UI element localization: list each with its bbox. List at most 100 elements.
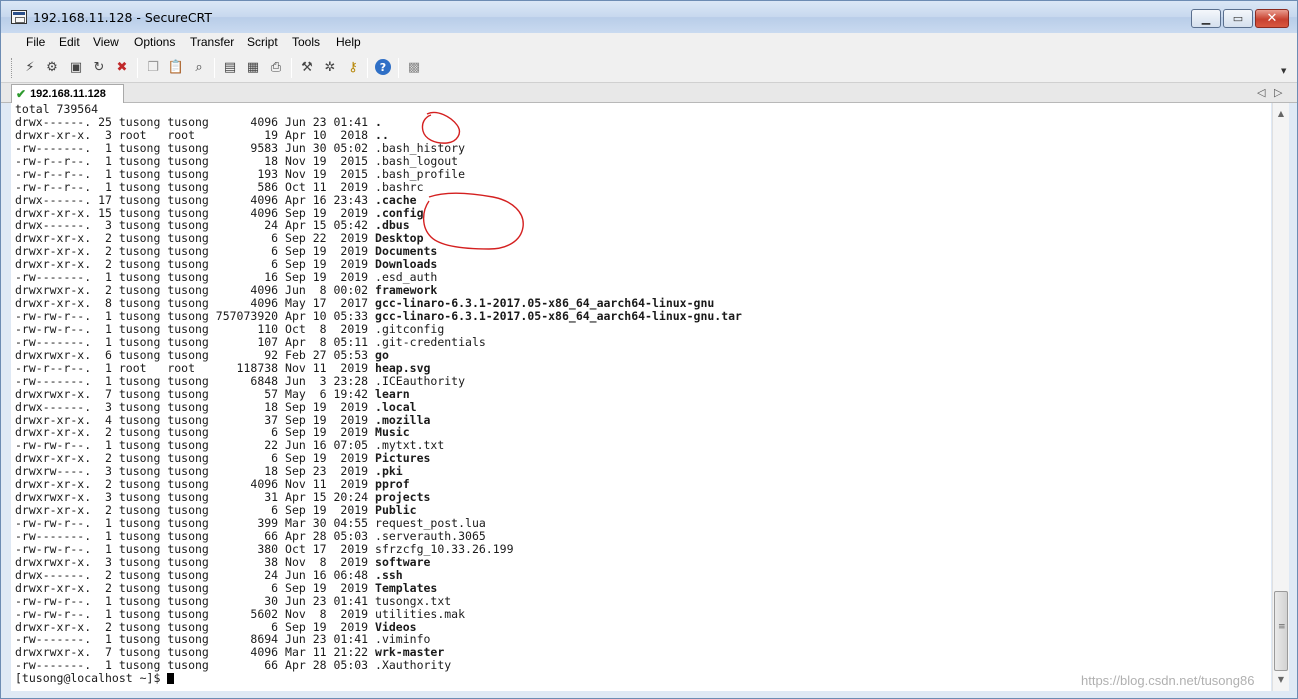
- session-options-icon[interactable]: ⚒: [298, 58, 316, 76]
- terminal-line-text: -rw-------. 1 tusong tusong 16 Sep 19 20…: [15, 270, 438, 285]
- window-title: 192.168.11.128 - SecureCRT: [33, 10, 212, 25]
- terminal-line-text: -rw-------. 1 tusong tusong 9583 Jun 30 …: [15, 140, 466, 155]
- terminal-line-text: -rw-r--r--. 1 tusong tusong 586 Oct 11 2…: [15, 179, 424, 194]
- terminal-line-text: drwx------. 25 tusong tusong 4096 Jun 23…: [15, 114, 376, 129]
- toolbar-separator: [398, 58, 399, 78]
- terminal-line-text: -rw-rw-r--. 1 tusong tusong 22 Jun 16 07…: [15, 438, 445, 453]
- terminal-line-filename: gcc-linaro-6.3.1-2017.05-x86_64_aarch64-…: [375, 296, 715, 311]
- menu-transfer[interactable]: Transfer: [190, 35, 234, 49]
- terminal-line-text: -rw-------. 1 tusong tusong 8694 Jun 23 …: [15, 632, 431, 647]
- terminal-line-text: -rw-r--r--. 1 tusong tusong 193 Nov 19 2…: [15, 166, 466, 181]
- connect-in-tab-icon[interactable]: ▣: [67, 58, 85, 76]
- terminal-line-filename: Videos: [375, 619, 417, 634]
- disconnect-icon[interactable]: ✖: [113, 58, 131, 76]
- menu-tools[interactable]: Tools: [292, 35, 320, 49]
- terminal-line-filename: gcc-linaro-6.3.1-2017.05-x86_64_aarch64-…: [375, 309, 742, 323]
- terminal-cursor: [167, 673, 175, 685]
- terminal-line-text: drwxrwxr-x. 6 tusong tusong 92 Feb 27 05…: [15, 347, 376, 362]
- menu-file[interactable]: File: [26, 35, 45, 49]
- print-icon[interactable]: ⎙: [267, 58, 285, 76]
- terminal-line-text: -rw-------. 1 tusong tusong 6848 Jun 3 2…: [15, 373, 466, 388]
- terminal-line-text: drwxr-xr-x. 2 tusong tusong 6 Sep 19 201…: [15, 257, 376, 272]
- menu-view[interactable]: View: [93, 35, 119, 49]
- paste-icon[interactable]: 📋: [167, 58, 185, 76]
- terminal-line-filename: software: [375, 554, 431, 569]
- session-tab[interactable]: ✔ 192.168.11.128: [11, 84, 124, 103]
- help-icon[interactable]: ?: [375, 59, 391, 75]
- menu-options[interactable]: Options: [134, 35, 175, 49]
- quick-connect-icon[interactable]: ⚙: [43, 58, 61, 76]
- terminal-line-filename: wrk-master: [375, 645, 445, 660]
- reconnect-icon[interactable]: ↻: [90, 58, 108, 76]
- toolbar-separator: [291, 58, 292, 78]
- connect-icon[interactable]: ⚡: [21, 58, 39, 76]
- shell-prompt-line[interactable]: [tusong@localhost ~]$: [15, 672, 742, 685]
- menu-edit[interactable]: Edit: [59, 35, 80, 49]
- scroll-thumb[interactable]: [1274, 591, 1288, 671]
- toolbar-separator: [137, 58, 138, 78]
- tab-scroll-right-icon[interactable]: ▷: [1274, 86, 1282, 99]
- session-tab-label: 192.168.11.128: [30, 88, 106, 100]
- terminal-line-text: drwxrwxr-x. 7 tusong tusong 4096 Mar 11 …: [15, 645, 376, 660]
- terminal-line-text: -rw-rw-r--. 1 tusong tusong 757073920 Ap…: [15, 309, 376, 323]
- securecrt-window: 192.168.11.128 - SecureCRT ▁ ▭ ✕ File Ed…: [0, 0, 1298, 699]
- terminal-line-filename: Templates: [375, 580, 438, 595]
- terminal-line-text: drwxr-xr-x. 2 tusong tusong 6 Sep 19 201…: [15, 451, 376, 466]
- find-icon[interactable]: ⌕: [190, 58, 208, 76]
- key-icon[interactable]: ⚷: [344, 58, 362, 76]
- terminal-line-filename: projects: [375, 490, 431, 505]
- terminal-line-text: -rw-------. 1 tusong tusong 107 Apr 8 05…: [15, 334, 486, 349]
- terminal-line-text: drwxrwxr-x. 7 tusong tusong 57 May 6 19:…: [15, 386, 376, 401]
- terminal-line-filename: Documents: [375, 244, 438, 259]
- watermark: https://blog.csdn.net/tusong86: [1081, 673, 1255, 688]
- terminal-line-text: drwx------. 2 tusong tusong 24 Jun 16 06…: [15, 567, 376, 582]
- menu-help[interactable]: Help: [336, 35, 361, 49]
- menu-bar: File Edit View Options Transfer Script T…: [1, 33, 1297, 53]
- terminal-line-text: -rw-rw-r--. 1 tusong tusong 399 Mar 30 0…: [15, 516, 486, 530]
- terminal-line-filename: .config: [375, 205, 424, 220]
- terminal-line-text: -rw-r--r--. 1 tusong tusong 18 Nov 19 20…: [15, 153, 459, 168]
- copy-icon[interactable]: ❐: [144, 58, 162, 76]
- terminal-line-filename: Desktop: [375, 231, 424, 246]
- maximize-icon: ▭: [1232, 12, 1244, 25]
- print-screen-icon[interactable]: ▤: [221, 58, 239, 76]
- terminal-line-text: drwxr-xr-x. 15 tusong tusong 4096 Sep 19…: [15, 205, 376, 220]
- terminal-line-text: drwxrwxr-x. 2 tusong tusong 4096 Jun 8 0…: [15, 283, 376, 298]
- terminal-line-filename: heap.svg: [375, 360, 431, 375]
- terminal-pane[interactable]: total 739564 drwx------. 25 tusong tusong…: [11, 103, 1271, 691]
- toolbar-separator: [367, 58, 368, 78]
- toolbar-overflow-icon[interactable]: ▼: [1281, 67, 1286, 75]
- close-button[interactable]: ✕: [1255, 9, 1289, 28]
- terminal-line-text: drwxr-xr-x. 2 tusong tusong 6 Sep 19 201…: [15, 580, 376, 595]
- terminal-line-text: drwxr-xr-x. 2 tusong tusong 4096 Nov 11 …: [15, 477, 376, 492]
- toolbar-separator: [214, 58, 215, 78]
- vertical-scrollbar[interactable]: ▲ ▼: [1272, 103, 1289, 691]
- terminal-line-text: -rw-------. 1 tusong tusong 66 Apr 28 05…: [15, 528, 486, 543]
- terminal-line-filename: Public: [375, 503, 417, 518]
- minimize-button[interactable]: ▁: [1191, 9, 1221, 28]
- terminal-line-filename: Downloads: [375, 257, 438, 272]
- terminal-line-filename: Music: [375, 425, 410, 440]
- terminal-line-text: drwxrw----. 3 tusong tusong 18 Sep 23 20…: [15, 464, 376, 479]
- terminal-line-text: drwxr-xr-x. 4 tusong tusong 37 Sep 19 20…: [15, 412, 376, 427]
- terminal-line-filename: .dbus: [375, 218, 410, 233]
- terminal-line-text: drwxr-xr-x. 2 tusong tusong 6 Sep 19 201…: [15, 503, 376, 518]
- terminal-line-text: drwxr-xr-x. 3 root root 19 Apr 10 2018: [15, 127, 376, 142]
- terminal-line-filename: .local: [375, 399, 417, 414]
- terminal-line-text: drwxr-xr-x. 2 tusong tusong 6 Sep 22 201…: [15, 231, 376, 246]
- tab-scroll-left-icon[interactable]: ◁: [1257, 86, 1265, 99]
- scroll-down-icon[interactable]: ▼: [1273, 671, 1289, 687]
- toolbar-grip[interactable]: [11, 58, 14, 78]
- close-icon: ✕: [1266, 11, 1278, 26]
- terminal-line-filename: .mozilla: [375, 412, 431, 427]
- terminal-line-text: drwxrwxr-x. 3 tusong tusong 31 Apr 15 20…: [15, 490, 376, 505]
- print-selection-icon[interactable]: ▦: [244, 58, 262, 76]
- keymap-icon[interactable]: ▩: [405, 58, 423, 76]
- scroll-up-icon[interactable]: ▲: [1273, 105, 1289, 121]
- session-tab-bar: ✔ 192.168.11.128 ◁ ▷: [1, 83, 1297, 103]
- terminal-output: total 739564 drwx------. 25 tusong tusong…: [15, 103, 742, 685]
- terminal-line-text: drwxrwxr-x. 3 tusong tusong 38 Nov 8 201…: [15, 554, 376, 569]
- menu-script[interactable]: Script: [247, 35, 278, 49]
- maximize-button[interactable]: ▭: [1223, 9, 1253, 28]
- global-options-icon[interactable]: ✲: [321, 58, 339, 76]
